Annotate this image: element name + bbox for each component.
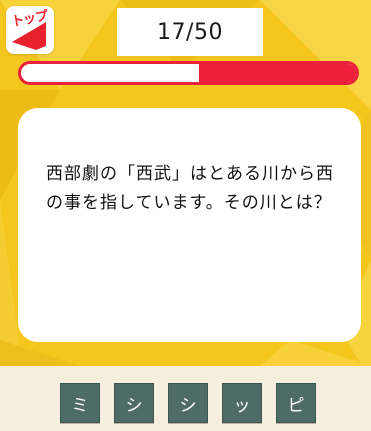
answer-key-1[interactable]: ミ — [60, 383, 100, 423]
question-card: 西部劇の「西武」はとある川から西の事を指しています。その川とは？ — [18, 108, 361, 342]
answer-key-5[interactable]: ピ — [276, 383, 316, 423]
progress-bar-fill — [198, 64, 356, 82]
progress-bar — [18, 61, 359, 85]
answer-key-3[interactable]: シ — [168, 383, 208, 423]
top-button[interactable]: トップ — [6, 6, 54, 54]
question-text: 西部劇の「西武」はとある川から西の事を指しています。その川とは？ — [46, 164, 334, 213]
question-counter: 17/50 — [117, 8, 263, 56]
answer-key-4[interactable]: ッ — [222, 383, 262, 423]
answer-key-2[interactable]: シ — [114, 383, 154, 423]
